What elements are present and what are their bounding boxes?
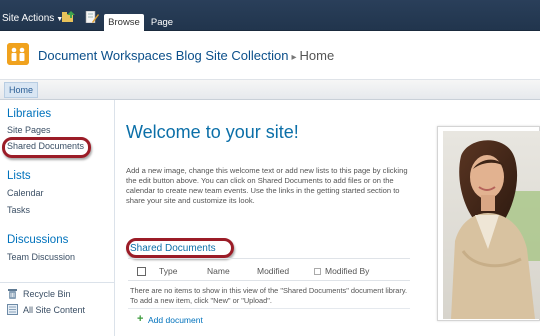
select-all-checkbox[interactable] xyxy=(137,267,146,276)
site-title-area: Document Workspaces Blog Site Collection… xyxy=(0,32,540,79)
breadcrumb: Document Workspaces Blog Site Collection… xyxy=(38,48,334,63)
site-content-icon xyxy=(7,304,18,315)
highlight-callout-ql-shared-documents xyxy=(2,137,91,158)
recycle-bin-icon xyxy=(8,289,17,299)
list-footer-divider xyxy=(128,308,410,309)
ql-heading-discussions[interactable]: Discussions xyxy=(7,234,68,246)
quick-launch: Libraries Site Pages Shared Documents Li… xyxy=(0,100,115,336)
ql-all-site-content[interactable]: All Site Content xyxy=(23,305,85,315)
navigate-up-icon[interactable] xyxy=(62,11,76,23)
edit-page-icon[interactable] xyxy=(85,11,99,23)
site-logo-icon[interactable] xyxy=(7,43,29,65)
ql-item-site-pages[interactable]: Site Pages xyxy=(7,125,51,135)
add-icon: + xyxy=(137,313,144,325)
tab-page-label: Page xyxy=(150,17,174,28)
site-title-link[interactable]: Document Workspaces Blog Site Collection xyxy=(38,48,289,63)
tab-browse-label: Browse xyxy=(108,17,140,28)
breadcrumb-current: Home xyxy=(299,48,335,63)
tab-page[interactable]: Page xyxy=(146,14,178,31)
column-header-modified[interactable]: Modified xyxy=(257,266,289,276)
column-header-type[interactable]: Type xyxy=(159,266,177,276)
ql-heading-lists[interactable]: Lists xyxy=(7,170,31,182)
welcome-image xyxy=(443,131,540,319)
header-row-divider xyxy=(128,280,410,281)
highlight-callout-webpart-title xyxy=(126,238,234,258)
ql-divider xyxy=(0,282,115,283)
ribbon-bar: Site Actions ▼ Browse Page xyxy=(0,0,540,31)
ql-heading-libraries[interactable]: Libraries xyxy=(7,108,51,120)
topnav-home-tab[interactable]: Home xyxy=(4,82,39,98)
add-document-link[interactable]: Add document xyxy=(148,315,203,325)
column-header-modified-by[interactable]: Modified By xyxy=(325,266,369,276)
page-title: Welcome to your site! xyxy=(126,122,299,142)
top-navigation: Home xyxy=(0,79,540,100)
modified-by-filter-icon xyxy=(314,268,321,275)
breadcrumb-separator-icon: ▸ xyxy=(291,52,297,63)
ql-recycle-bin[interactable]: Recycle Bin xyxy=(23,289,71,299)
ql-item-tasks[interactable]: Tasks xyxy=(7,205,30,215)
ql-item-team-discussion[interactable]: Team Discussion xyxy=(7,252,75,262)
site-actions-label: Site Actions xyxy=(2,13,55,24)
site-actions-menu[interactable]: Site Actions ▼ xyxy=(2,13,63,24)
ql-item-calendar[interactable]: Calendar xyxy=(7,188,44,198)
welcome-text: Add a new image, change this welcome tex… xyxy=(126,166,408,205)
webpart-divider xyxy=(128,258,410,259)
column-header-name[interactable]: Name xyxy=(207,266,230,276)
empty-list-message: There are no items to show in this view … xyxy=(130,286,408,305)
tab-browse[interactable]: Browse xyxy=(104,14,144,31)
